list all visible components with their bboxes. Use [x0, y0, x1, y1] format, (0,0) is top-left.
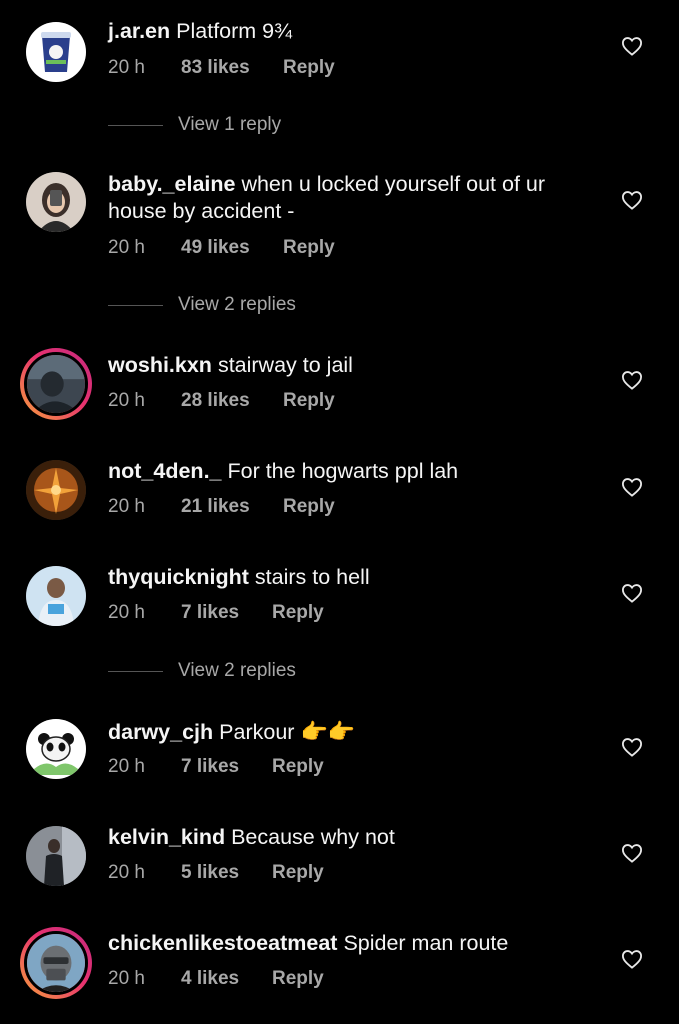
comment-text: Because why not — [231, 825, 395, 849]
reply-button[interactable]: Reply — [272, 967, 324, 991]
comment-username[interactable]: thyquicknight — [108, 565, 249, 589]
comment-username[interactable]: chickenlikestoeatmeat — [108, 931, 337, 955]
pointing-hand-emoji: 👉👉 — [300, 719, 356, 744]
avatar[interactable] — [26, 22, 86, 82]
comment-text: Parkour — [219, 720, 295, 744]
comment-time: 20 h — [108, 57, 145, 78]
comment-likes[interactable]: 4 likes — [181, 967, 239, 991]
like-heart-icon[interactable] — [621, 949, 643, 969]
comment-likes[interactable]: 49 likes — [181, 236, 250, 260]
selfie-avatar-icon — [26, 172, 86, 232]
story-ring-avatar[interactable] — [20, 348, 92, 420]
avatar[interactable] — [26, 172, 86, 232]
comment-likes[interactable]: 5 likes — [181, 861, 239, 885]
person-avatar-icon — [26, 566, 86, 626]
like-heart-icon[interactable] — [621, 190, 643, 210]
comment-text: Spider man route — [343, 931, 509, 955]
story-ring-avatar[interactable] — [20, 927, 92, 999]
reply-button[interactable]: Reply — [283, 236, 335, 260]
avatar[interactable] — [26, 719, 86, 779]
reply-button[interactable]: Reply — [272, 861, 324, 885]
comment-text: Platform 9¾ — [176, 19, 293, 43]
comment-username[interactable]: darwy_cjh — [108, 720, 213, 744]
comment-likes[interactable]: 28 likes — [181, 389, 250, 413]
comment-time: 20 h — [108, 237, 145, 258]
comment-time: 20 h — [108, 496, 145, 517]
comment-likes[interactable]: 7 likes — [181, 755, 239, 779]
like-heart-icon[interactable] — [621, 477, 643, 497]
like-heart-icon[interactable] — [621, 737, 643, 757]
panda-avatar-icon — [26, 719, 86, 779]
reply-button[interactable]: Reply — [272, 601, 324, 625]
comment-time: 20 h — [108, 756, 145, 777]
comment-username[interactable]: j.ar.en — [108, 19, 170, 43]
like-heart-icon[interactable] — [621, 843, 643, 863]
avatar[interactable] — [26, 460, 86, 520]
like-heart-icon[interactable] — [621, 583, 643, 603]
comment-time: 20 h — [108, 390, 145, 411]
view-replies-label: View 1 reply — [178, 114, 282, 135]
view-replies-label: View 2 replies — [178, 294, 296, 315]
divider-line — [108, 305, 163, 306]
person-photo-icon — [27, 355, 85, 413]
view-replies-label: View 2 replies — [178, 660, 296, 681]
comment-likes[interactable]: 7 likes — [181, 601, 239, 625]
comment-username[interactable]: woshi.kxn — [108, 353, 212, 377]
mirror-selfie-avatar-icon — [26, 826, 86, 886]
comment-text: For the hogwarts ppl lah — [227, 459, 459, 483]
comment-username[interactable]: kelvin_kind — [108, 825, 225, 849]
comment-text: stairway to jail — [217, 353, 353, 377]
comment-time: 20 h — [108, 862, 145, 883]
comment-text: stairs to hell — [254, 565, 370, 589]
reply-button[interactable]: Reply — [283, 495, 335, 519]
comment-likes[interactable]: 83 likes — [181, 56, 250, 80]
comment-username[interactable]: baby._elaine — [108, 172, 235, 196]
reply-button[interactable]: Reply — [283, 56, 335, 80]
like-heart-icon[interactable] — [621, 36, 643, 56]
avatar[interactable] — [26, 826, 86, 886]
fire-art-avatar-icon — [26, 460, 86, 520]
divider-line — [108, 125, 163, 126]
comment-time: 20 h — [108, 602, 145, 623]
reply-button[interactable]: Reply — [283, 389, 335, 413]
like-heart-icon[interactable] — [621, 370, 643, 390]
comment-likes[interactable]: 21 likes — [181, 495, 250, 519]
comment-time: 20 h — [108, 968, 145, 989]
reply-button[interactable]: Reply — [272, 755, 324, 779]
masked-face-avatar-icon — [27, 934, 85, 992]
ice-cream-tub-avatar-icon — [26, 22, 86, 82]
avatar[interactable] — [26, 566, 86, 626]
comment-username[interactable]: not_4den._ — [108, 459, 222, 483]
divider-line — [108, 671, 163, 672]
